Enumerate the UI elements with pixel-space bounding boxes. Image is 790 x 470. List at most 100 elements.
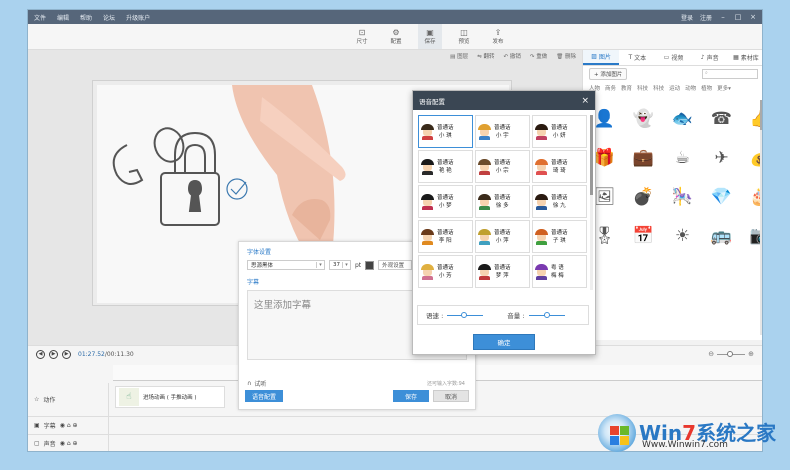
ok-button[interactable]: 确定 (473, 334, 535, 350)
tab-sound[interactable]: ♪ 声音 (692, 50, 728, 65)
category-business[interactable]: 商务 (605, 84, 616, 92)
zoom-slider[interactable] (717, 350, 746, 357)
voice-item[interactable]: 普通话徐 九 (532, 185, 587, 218)
speed-label: 语速 : (426, 312, 444, 320)
tab-images[interactable]: ▨ 图片 (583, 50, 620, 65)
preview-button[interactable]: ◫ 预览 (452, 24, 476, 49)
clipart-item[interactable]: 💼 (625, 139, 662, 176)
search-icon: ⌕ (705, 70, 708, 76)
voice-item[interactable]: 普通话子 琪 (532, 220, 587, 253)
clipart-item[interactable]: ✈ (703, 139, 740, 176)
category-animals[interactable]: 动物 (685, 84, 696, 92)
category-plants[interactable]: 植物 (701, 84, 712, 92)
clipart-item[interactable]: 🚌 (703, 217, 740, 254)
zoom-out-icon[interactable]: ⊖ (708, 350, 714, 358)
clipart-item[interactable]: 🎠 (664, 178, 701, 215)
avatar-icon (421, 194, 434, 210)
save-subtitle-button[interactable]: 保存 (393, 390, 429, 402)
category-tech-2[interactable]: 科技 (653, 84, 664, 92)
close-window-icon[interactable]: × (749, 13, 757, 21)
category-more[interactable]: 更多▾ (717, 84, 731, 92)
voice-item[interactable]: 普通话小 妍 (532, 115, 587, 148)
voice-item[interactable]: 普通话小 琪 (418, 115, 473, 148)
minimize-icon[interactable]: – (719, 13, 727, 21)
play-icon[interactable]: ▶ (49, 349, 58, 359)
prev-icon[interactable]: ◀ (36, 349, 45, 359)
cancel-subtitle-button[interactable]: 取消 (433, 390, 469, 402)
voice-item[interactable]: 普通话小 萍 (475, 220, 530, 253)
watermark: Win7系统之家 Www.Winwin7.com (598, 414, 776, 452)
save-button[interactable]: ▣ 保存 (418, 24, 442, 49)
next-icon[interactable]: ▶ (62, 349, 71, 359)
menu-help[interactable]: 帮助 (80, 13, 92, 22)
voice-item[interactable]: 普通话徐 多 (475, 185, 530, 218)
tab-text[interactable]: T 文本 (619, 50, 655, 65)
flip-button[interactable]: ⇋ 翻转 (477, 52, 494, 60)
mute-icon[interactable]: ◉ ⌂ ⊕ (60, 440, 78, 447)
clipart-item[interactable]: 💣 (625, 178, 662, 215)
voice-language: 普通话 (437, 124, 454, 131)
menu-edit[interactable]: 编辑 (57, 13, 69, 22)
delete-button[interactable]: 🗑 删除 (556, 52, 576, 60)
redo-button[interactable]: ↷ 重做 (530, 52, 547, 60)
clipart-item[interactable]: 📅 (625, 217, 662, 254)
undo-button[interactable]: ↶ 撤销 (504, 52, 521, 60)
voice-item[interactable]: 普通话小 芳 (418, 255, 473, 288)
font-size-select[interactable]: 37 ▾ (329, 260, 351, 270)
add-image-button[interactable]: + 添加图片 (589, 68, 628, 80)
listen-button[interactable]: ∩ 试听 (247, 379, 266, 388)
layer-button[interactable]: ▤ 图层 (450, 52, 468, 60)
outline-select[interactable]: 外观设置 (378, 260, 413, 270)
color-swatch[interactable] (365, 260, 375, 270)
voice-item[interactable]: 普通话梦 萍 (475, 255, 530, 288)
image-search-input[interactable]: ⌕ (702, 69, 758, 79)
publish-button[interactable]: ⇪ 发布 (486, 24, 510, 49)
voice-item[interactable]: 普通话李 阳 (418, 220, 473, 253)
voice-scrollbar[interactable] (590, 115, 593, 290)
voice-item[interactable]: 粤 语梅 梅 (532, 255, 587, 288)
config-button[interactable]: ⚙ 配置 (384, 24, 408, 49)
voice-language: 普通话 (551, 229, 568, 236)
clipart-item[interactable]: 👻 (625, 100, 662, 137)
voice-item[interactable]: 普通话小 梦 (418, 185, 473, 218)
visibility-icon[interactable]: ◉ ⌂ ⊕ (60, 422, 78, 429)
login-link[interactable]: 登录 (681, 13, 693, 22)
voice-language: 普通话 (494, 159, 511, 166)
font-select[interactable]: 思源黑体 ▾ (247, 260, 325, 270)
voice-item[interactable]: 普通话琦 琦 (532, 150, 587, 183)
category-education[interactable]: 教育 (621, 84, 632, 92)
clipart-item[interactable]: ☀ (664, 217, 701, 254)
menu-upgrade[interactable]: 升级账户 (126, 13, 150, 22)
lock-doodle (160, 131, 220, 226)
voice-language: 普通话 (494, 264, 511, 271)
text-icon: T (628, 54, 633, 61)
category-sports[interactable]: 运动 (669, 84, 680, 92)
close-icon[interactable]: × (581, 96, 589, 106)
menu-file[interactable]: 文件 (34, 13, 46, 22)
voice-item[interactable]: 普通话艳 艳 (418, 150, 473, 183)
menu-forum[interactable]: 论坛 (103, 13, 115, 22)
voice-name: 徐 九 (552, 202, 566, 209)
voice-config-button[interactable]: 语音配置 (245, 390, 283, 402)
maximize-icon[interactable]: □ (734, 13, 742, 21)
tab-video[interactable]: ▭ 视频 (655, 50, 691, 65)
speed-slider[interactable] (447, 311, 484, 318)
size-button[interactable]: ⊡ 尺寸 (350, 24, 374, 49)
voice-item[interactable]: 普通话小 宇 (475, 115, 530, 148)
volume-slider[interactable] (528, 311, 565, 318)
tab-library[interactable]: ▦ 素材库 (728, 50, 762, 65)
voice-item[interactable]: 普通话小 宗 (475, 150, 530, 183)
register-link[interactable]: 注册 (700, 13, 712, 22)
motion-clip[interactable]: ☝ 进场动画 ( 手推动画 ) (115, 386, 225, 408)
clipart-item[interactable]: ☕ (664, 139, 701, 176)
size-unit: pt (355, 261, 362, 269)
asset-scrollbar[interactable] (760, 100, 762, 335)
clipart-item[interactable]: ☎ (703, 100, 740, 137)
dialog-title: 语音配置 (419, 97, 445, 106)
clipart-item[interactable]: 🐟 (664, 100, 701, 137)
clipart-item[interactable]: 💎 (703, 178, 740, 215)
category-tech[interactable]: 科技 (637, 84, 648, 92)
zoom-in-icon[interactable]: ⊕ (748, 350, 754, 358)
volume-label: 音量 : (507, 312, 525, 320)
char-counter: 还可输入字数:94 (426, 381, 465, 387)
